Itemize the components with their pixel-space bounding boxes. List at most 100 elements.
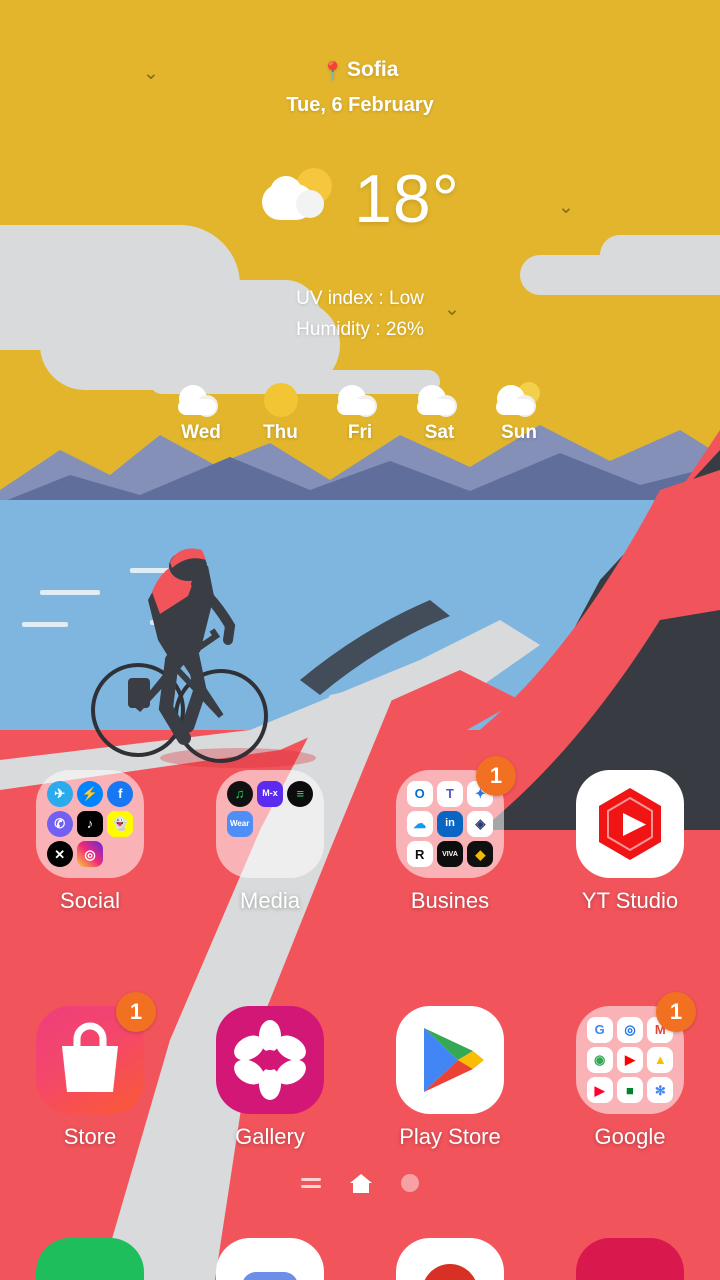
- mini-icon-viber: ✆: [46, 810, 73, 837]
- weather-widget[interactable]: 📍 Sofia Tue, 6 February 18° UV index : Lo…: [0, 0, 720, 470]
- partly-cloudy-icon: [260, 168, 338, 230]
- weather-humidity: Humidity : 26%: [296, 319, 424, 340]
- app-gallery-icon[interactable]: [216, 1006, 324, 1114]
- page-dot-icon[interactable]: [401, 1174, 419, 1192]
- mini-icon-facebook: f: [107, 780, 134, 807]
- folder-busines[interactable]: 1 O T ✦ ☁ in ◈ R VIVA ◆ Busines: [360, 756, 540, 914]
- app-label: Gallery: [235, 1124, 305, 1149]
- mini-icon-zepp: ≡: [287, 780, 314, 807]
- whatsapp-icon: [36, 1238, 144, 1280]
- apps-list-icon[interactable]: [301, 1174, 321, 1192]
- mini-icon-meet: ■: [616, 1077, 643, 1104]
- app-label: Google: [594, 1124, 666, 1149]
- forecast-day[interactable]: Sun: [488, 380, 550, 444]
- mini-icon-linkedin: in: [436, 810, 463, 837]
- app-play-store-icon[interactable]: [396, 1006, 504, 1114]
- app-label: Play Store: [399, 1124, 501, 1149]
- mini-icon-drive: ▲: [647, 1046, 674, 1073]
- chevron-down-icon[interactable]: ⌄: [143, 64, 159, 83]
- folder-social-icon[interactable]: ✈ ⚡ f ✆ ♪ 👻 ✕ ◎: [36, 770, 144, 878]
- mini-icon-messenger: ⚡: [76, 780, 103, 807]
- forecast-day-label: Fri: [347, 422, 373, 443]
- chevron-down-icon[interactable]: ⌄: [558, 198, 574, 217]
- mini-icon-revolut: R: [406, 841, 433, 868]
- app-store[interactable]: 1 Store: [0, 992, 180, 1150]
- mini-icon-snapchat: 👻: [107, 810, 134, 837]
- play-store-glyph: [424, 1028, 484, 1092]
- app-yt-studio-icon[interactable]: [576, 770, 684, 878]
- home-screen: 📍 Sofia Tue, 6 February 18° UV index : Lo…: [0, 0, 720, 1280]
- dock-item-messages[interactable]: [180, 1238, 360, 1280]
- mini-icon-google: G: [586, 1016, 613, 1043]
- mini-icon-mx: M-x: [256, 780, 283, 807]
- folder-busines-icon[interactable]: 1 O T ✦ ☁ in ◈ R VIVA ◆: [396, 756, 516, 878]
- mini-icon-wear: Wear: [226, 810, 253, 837]
- forecast-day-label: Wed: [181, 422, 221, 443]
- sun-icon: [250, 380, 312, 420]
- folder-preview: ✈ ⚡ f ✆ ♪ 👻 ✕ ◎: [36, 770, 144, 878]
- play-store-icon: [396, 1006, 504, 1114]
- app-gallery[interactable]: Gallery: [180, 1006, 360, 1150]
- app-play-store[interactable]: Play Store: [360, 1006, 540, 1150]
- weather-forecast[interactable]: Wed Thu Fri Sat Sun: [170, 380, 550, 444]
- app-store-icon[interactable]: 1: [36, 992, 156, 1114]
- app-yt-studio[interactable]: YT Studio: [540, 770, 720, 914]
- cloud-icon: [170, 380, 232, 420]
- notification-badge: 1: [116, 992, 156, 1032]
- app-label: Busines: [410, 888, 490, 913]
- cloud-icon: [329, 380, 391, 420]
- flower-glyph: [234, 1020, 306, 1100]
- weather-location-label: Sofia: [347, 58, 399, 81]
- app-label: Social: [60, 888, 120, 913]
- notification-badge: 1: [656, 992, 696, 1032]
- mini-icon-outlook: O: [406, 780, 433, 807]
- mini-icon-x: ✕: [46, 841, 73, 868]
- app-label: Media: [240, 888, 300, 913]
- mini-icon-diamond-app: ◈: [467, 810, 494, 837]
- forecast-day[interactable]: Thu: [250, 380, 312, 444]
- mini-icon-chrome: ◎: [616, 1016, 643, 1043]
- cyclist-illustration: [91, 548, 316, 768]
- forecast-day[interactable]: Fri: [329, 380, 391, 444]
- page-indicator: [0, 1172, 720, 1194]
- folder-google[interactable]: 1 G ◎ M ◉ ▶ ▲ ▶ ■ ✻ Google: [540, 992, 720, 1150]
- app-grid: ✈ ⚡ f ✆ ♪ 👻 ✕ ◎ Social ♫ M-x ≡ Wear Medi…: [0, 756, 720, 1150]
- app-label: YT Studio: [581, 888, 679, 913]
- home-icon[interactable]: [349, 1172, 373, 1194]
- folder-social[interactable]: ✈ ⚡ f ✆ ♪ 👻 ✕ ◎ Social: [0, 770, 180, 914]
- forecast-day[interactable]: Wed: [170, 380, 232, 444]
- dock-item-camera[interactable]: [360, 1238, 540, 1280]
- shopping-icon: [576, 1238, 684, 1280]
- mini-icon-teams: T: [436, 780, 463, 807]
- mini-icon-maps: ◉: [586, 1046, 613, 1073]
- mini-icon-youtube: ▶: [616, 1046, 643, 1073]
- mini-icon-onedrive: ☁: [406, 810, 433, 837]
- folder-google-icon[interactable]: 1 G ◎ M ◉ ▶ ▲ ▶ ■ ✻: [576, 992, 696, 1114]
- forecast-day-label: Sun: [501, 422, 537, 443]
- mini-icon-vivacom: VIVA: [436, 841, 463, 868]
- yt-studio-glyph: [599, 788, 661, 860]
- dock-item-shopping[interactable]: [540, 1238, 720, 1280]
- weather-details: UV index : Low Humidity : 26%: [0, 283, 720, 345]
- camera-icon: [396, 1238, 504, 1280]
- mini-icon-photos: ✻: [647, 1077, 674, 1104]
- forecast-day-label: Sat: [424, 422, 455, 443]
- folder-media[interactable]: ♫ M-x ≡ Wear Media: [180, 770, 360, 914]
- app-label: Store: [63, 1124, 117, 1149]
- messages-icon: [216, 1238, 324, 1280]
- mini-icon-telegram: ✈: [46, 780, 73, 807]
- folder-media-icon[interactable]: ♫ M-x ≡ Wear: [216, 770, 324, 878]
- notification-badge: 1: [476, 756, 516, 796]
- weather-temperature: 18°: [354, 161, 460, 237]
- chevron-down-icon[interactable]: ⌄: [444, 300, 460, 319]
- app-grid-row: 1 Store Gallery Play Store 1 G ◎ M ◉ ▶ ▲…: [0, 992, 720, 1150]
- forecast-day[interactable]: Sat: [409, 380, 471, 444]
- partly-cloudy-icon: [488, 380, 550, 420]
- weather-uv-index: UV index : Low: [296, 288, 424, 309]
- mini-icon-yt-music: ▶: [586, 1077, 613, 1104]
- folder-preview: ♫ M-x ≡ Wear: [216, 770, 324, 878]
- cloud-icon: [409, 380, 471, 420]
- weather-location: 📍 Sofia: [0, 58, 720, 82]
- forecast-day-label: Thu: [263, 422, 298, 443]
- dock-item-whatsapp[interactable]: [0, 1238, 180, 1280]
